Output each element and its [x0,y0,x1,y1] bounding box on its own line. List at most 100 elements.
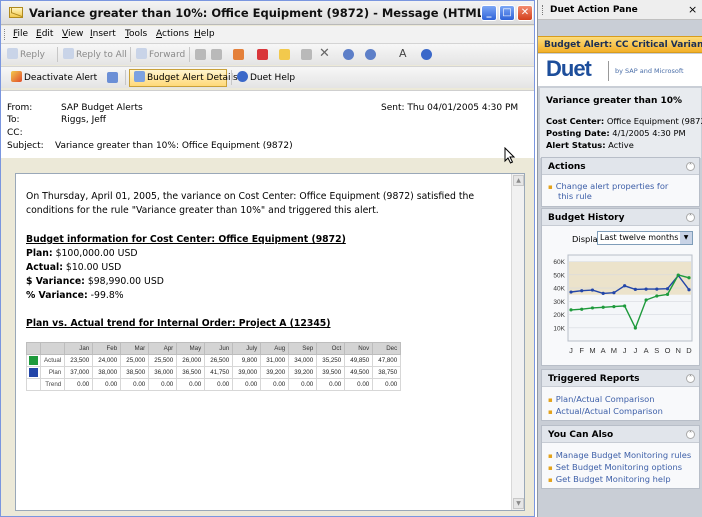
get-help-link[interactable]: Get Budget Monitoring help [548,474,671,484]
change-alert-properties-link-line2[interactable]: this rule [558,191,592,201]
x-tick-label: J [633,346,637,355]
collapse-icon[interactable]: ˄ [686,430,695,439]
cost-center-label: Cost Center: [546,116,605,126]
period-select-value: Last twelve months [600,233,679,242]
deactivate-alert-button[interactable]: Deactivate Alert [11,71,97,83]
budget-history-section: Budget History ˄ Display Last twelve mon… [541,208,700,366]
flag-icon[interactable] [233,49,244,60]
x-tick-label: F [579,346,584,355]
menu-tools[interactable]: Tools [125,29,147,39]
data-point [687,276,691,280]
menu-file[interactable]: File [13,29,28,39]
from-value[interactable]: SAP Budget Alerts [61,103,143,113]
alert-title: Budget Alert: CC Critical Variance [544,40,702,50]
follow-up-icon[interactable] [257,49,268,60]
data-point [580,307,584,311]
logo-tagline: by SAP and Microsoft [615,67,684,75]
categorize-icon[interactable] [301,49,312,60]
refresh-icon[interactable] [107,72,118,83]
delete-icon[interactable]: ✕ [319,46,330,61]
menu-edit[interactable]: Edit [36,29,53,39]
set-options-link[interactable]: Set Budget Monitoring options [548,462,682,472]
y-tick-label: 60K [553,259,565,266]
y-tick-label: 30K [553,299,565,306]
table-cell: 26,500 [204,354,234,367]
table-cell: 36,000 [148,366,178,379]
menu-actions[interactable]: Actions [156,29,189,39]
duet-action-pane: Duet Action Pane × Budget Alert: CC Crit… [537,0,702,517]
duet-help-button[interactable]: Duet Help [237,71,295,83]
vertical-scrollbar[interactable]: ▲ ▼ [511,174,524,510]
toolbar-separator [130,47,131,62]
chevron-down-icon[interactable]: ▼ [680,232,692,244]
actions-header[interactable]: Actions ˄ [542,158,699,175]
toolbar-separator [57,47,58,62]
collapse-icon[interactable]: ˄ [686,213,695,222]
folder-icon[interactable] [279,49,290,60]
alert-title-bar: Budget Alert: CC Critical Variance [538,36,702,53]
series-swatch [26,354,41,367]
row-label: Actual [39,354,66,367]
month-header: Dec [372,342,402,355]
plan-actual-comparison-link[interactable]: Plan/Actual Comparison [548,394,655,404]
data-point [590,288,595,292]
table-cell: 0.00 [64,378,94,391]
month-header: Aug [260,342,290,355]
table-cell: 24,000 [92,354,122,367]
data-point [590,306,595,310]
month-header: Oct [316,342,346,355]
menu-insert[interactable]: Insert [90,29,116,39]
triggered-reports-header[interactable]: Triggered Reports ˄ [542,370,699,387]
minimize-button[interactable]: _ [481,5,497,21]
period-select[interactable]: Last twelve months ▼ [597,231,693,245]
collapse-icon[interactable]: ˄ [686,162,695,171]
font-size-icon[interactable]: A [399,47,407,60]
menu-view[interactable]: View [62,29,83,39]
help-icon [237,71,248,82]
row-label: Plan [39,366,66,379]
change-alert-properties-link[interactable]: Change alert properties for [548,181,669,191]
maximize-button[interactable]: □ [499,5,515,21]
next-item-icon[interactable] [365,49,376,60]
reply-button[interactable]: Reply [7,48,45,60]
plan-value: $100,000.00 USD [52,248,138,259]
toolbar-grip[interactable] [4,29,7,40]
data-point [580,289,584,293]
data-point [665,287,670,291]
menu-help[interactable]: Help [194,29,215,39]
posting-date-value: 4/1/2005 4:30 PM [609,128,686,138]
table-row: Trend 0.00 0.00 0.00 0.00 0.00 0.00 0.00 0.00 0.0… [26,378,402,391]
table-cell: 38,000 [92,366,122,379]
y-tick-label: 40K [553,286,565,293]
data-point [633,287,637,291]
manage-rules-link[interactable]: Manage Budget Monitoring rules [548,450,691,460]
move-icon[interactable] [211,49,222,60]
pane-close-icon[interactable]: × [688,3,697,16]
dollar-variance-value: $98,990.00 USD [84,276,164,287]
budget-history-header[interactable]: Budget History ˄ [542,209,699,226]
you-can-also-header[interactable]: You Can Also ˄ [542,426,699,443]
close-button[interactable]: ✕ [517,5,533,21]
posting-date-label: Posting Date: [546,128,610,138]
scroll-down-icon[interactable]: ▼ [513,498,524,509]
scroll-up-icon[interactable]: ▲ [513,175,524,186]
cc-label: CC: [7,128,23,138]
subject-label: Subject: [7,141,44,151]
x-tick-label: D [686,346,692,355]
help-icon[interactable] [421,49,432,60]
deactivate-icon [11,71,22,82]
data-point [569,290,573,294]
table-cell: 25,000 [120,354,150,367]
forward-button[interactable]: Forward [136,48,185,60]
table-cell: 0.00 [316,378,346,391]
pane-grip[interactable] [542,5,545,15]
to-value[interactable]: Riggs, Jeff [61,115,106,125]
table-cell: 36,500 [176,366,206,379]
x-tick-label: S [654,346,659,355]
print-icon[interactable] [195,49,206,60]
reply-all-button[interactable]: Reply to All [63,48,127,60]
previous-item-icon[interactable] [343,49,354,60]
table-cell: 39,200 [288,366,318,379]
collapse-icon[interactable]: ˄ [686,374,695,383]
actual-actual-comparison-link[interactable]: Actual/Actual Comparison [548,406,663,416]
